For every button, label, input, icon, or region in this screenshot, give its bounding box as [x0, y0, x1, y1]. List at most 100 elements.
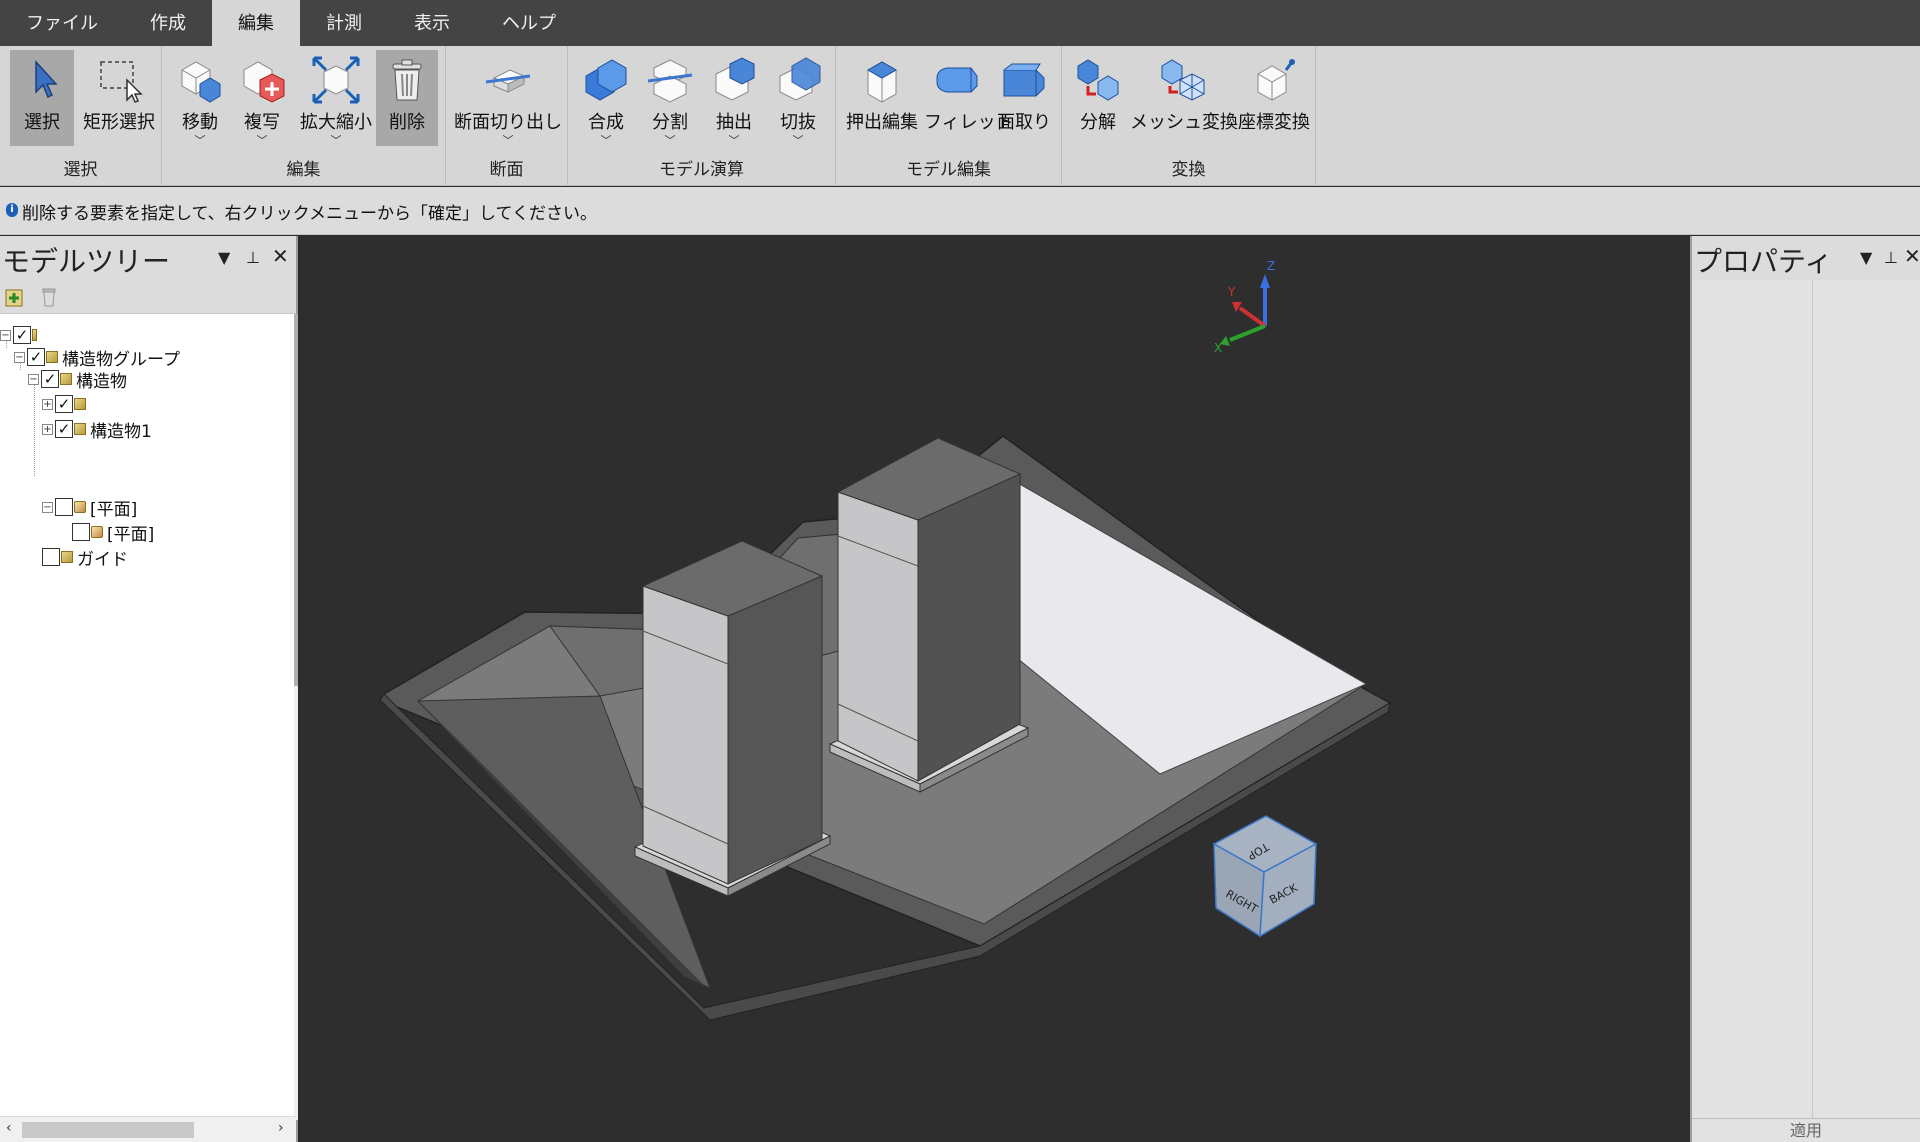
- collapse-toggle[interactable]: −: [42, 501, 53, 513]
- pillar-1-right: [727, 575, 823, 885]
- tree-node-checkbox[interactable]: ✓: [27, 348, 45, 366]
- delete-button-label: 削除: [389, 112, 425, 133]
- pillar-1-left: [642, 585, 729, 885]
- tree-node-structure-1[interactable]: + ✓ 構造物1: [42, 418, 152, 442]
- collapse-toggle[interactable]: −: [14, 351, 25, 363]
- tree-node-plane-child[interactable]: [平面]: [72, 521, 154, 545]
- select-button[interactable]: 選択: [10, 50, 74, 146]
- add-node-icon[interactable]: [4, 286, 26, 308]
- trash-icon: [392, 59, 422, 101]
- extract-icon: [715, 57, 755, 101]
- ribbon-group-model-edit: 押出編集 フィレット 面取り モデル編集: [836, 46, 1062, 186]
- tree-node-checkbox[interactable]: [72, 523, 90, 541]
- fillet-icon: [936, 67, 978, 93]
- section-cut-button[interactable]: 断面切り出し ﹀: [454, 50, 562, 146]
- tree-node-plane[interactable]: − [平面]: [42, 496, 137, 520]
- apply-button[interactable]: 適用: [1692, 1118, 1920, 1142]
- panel-menu-chevron-icon[interactable]: ▼: [1860, 248, 1872, 267]
- scroll-left-icon[interactable]: ‹: [6, 1120, 12, 1136]
- extrude-edit-button[interactable]: 押出編集: [846, 50, 918, 146]
- mesh-convert-button[interactable]: メッシュ変換: [1130, 50, 1238, 146]
- axis-label-z: Z: [1267, 259, 1275, 273]
- tree-node-checkbox[interactable]: ✓: [55, 395, 73, 413]
- tab-help[interactable]: ヘルプ: [476, 0, 582, 46]
- decompose-button[interactable]: 分解: [1070, 50, 1126, 146]
- chevron-down-icon: ﹀: [194, 134, 206, 147]
- delete-button[interactable]: 削除: [376, 50, 438, 146]
- collapse-toggle[interactable]: −: [0, 329, 11, 341]
- ribbon-group-convert: 分解 メッシュ変換 座標変換 変換: [1062, 46, 1316, 186]
- tree-node-unnamed[interactable]: + ✓: [42, 393, 90, 415]
- ribbon-group-label-model-edit: モデル編集: [906, 160, 991, 180]
- properties-title: プロパティ: [1694, 245, 1833, 278]
- tree-node-checkbox[interactable]: [55, 498, 73, 516]
- scale-icon: [312, 56, 360, 104]
- split-icon: [647, 59, 693, 103]
- chevron-down-icon: ﹀: [600, 134, 612, 147]
- axis-gizmo: Z Y X: [1214, 259, 1275, 355]
- split-button[interactable]: 分割 ﹀: [640, 50, 700, 146]
- section-cut-button-label: 断面切り出し: [454, 112, 562, 133]
- tab-create[interactable]: 作成: [124, 0, 212, 46]
- collapse-toggle[interactable]: −: [28, 373, 39, 385]
- tree-node-structure-group[interactable]: − ✓ 構造物グループ: [14, 346, 180, 370]
- chamfer-button-label: 面取り: [997, 112, 1051, 133]
- ribbon-group-label-model-ops: モデル演算: [659, 160, 744, 180]
- tab-edit[interactable]: 編集: [212, 0, 300, 46]
- tree-node-checkbox[interactable]: ✓: [41, 370, 59, 388]
- pin-icon[interactable]: ⊥: [246, 248, 260, 267]
- horizontal-scrollbar[interactable]: ‹ ›: [0, 1116, 296, 1142]
- scroll-right-icon[interactable]: ›: [278, 1120, 284, 1136]
- chevron-down-icon: ﹀: [792, 134, 804, 147]
- extract-button-label: 抽出: [716, 112, 752, 133]
- ribbon-group-section: 断面切り出し ﹀ 断面: [446, 46, 568, 186]
- ribbon-group-label-edit: 編集: [286, 160, 321, 180]
- tab-measure[interactable]: 計測: [300, 0, 388, 46]
- scrollbar-thumb[interactable]: [22, 1122, 194, 1138]
- expand-toggle[interactable]: +: [42, 398, 53, 410]
- cut-button[interactable]: 切抜 ﹀: [768, 50, 828, 146]
- combine-button[interactable]: 合成 ﹀: [576, 50, 636, 146]
- tree-node-label: 構造物: [76, 371, 127, 392]
- combine-button-label: 合成: [588, 112, 624, 133]
- tree-node-structure[interactable]: − ✓ 構造物: [28, 368, 127, 392]
- tab-file[interactable]: ファイル: [0, 0, 124, 46]
- tab-view[interactable]: 表示: [388, 0, 476, 46]
- chamfer-button[interactable]: 面取り: [994, 50, 1054, 146]
- pin-icon[interactable]: ⊥: [1884, 248, 1898, 267]
- view-cube[interactable]: TOP RIGHT BACK: [1212, 815, 1318, 938]
- properties-panel: プロパティ ▼ ⊥ ✕ 適用: [1690, 236, 1920, 1142]
- rect-select-button-label: 矩形選択: [83, 112, 155, 133]
- tree-node-checkbox[interactable]: ✓: [13, 326, 31, 344]
- copy-button[interactable]: 複写 ﹀: [234, 50, 290, 146]
- mesh-convert-icon: [1161, 59, 1205, 101]
- tree-node-root[interactable]: − ✓: [0, 324, 41, 346]
- section-cut-icon: [485, 69, 531, 93]
- 3d-viewport[interactable]: Z Y X TOP RIGHT BACK: [300, 236, 1690, 1142]
- chevron-down-icon: ﹀: [728, 134, 740, 147]
- coord-convert-button[interactable]: 座標変換: [1236, 50, 1312, 146]
- chevron-down-icon: ﹀: [664, 134, 676, 147]
- move-button[interactable]: 移動 ﹀: [172, 50, 228, 146]
- info-icon: i: [6, 203, 18, 217]
- extract-button[interactable]: 抽出 ﹀: [704, 50, 764, 146]
- rect-select-icon: [100, 61, 143, 103]
- ribbon-group-label-convert: 変換: [1171, 160, 1206, 180]
- vertical-scrollbar[interactable]: [294, 314, 298, 1120]
- tree-node-checkbox[interactable]: [42, 548, 60, 566]
- ribbon-group-label-section: 断面: [489, 160, 524, 180]
- panel-menu-chevron-icon[interactable]: ▼: [218, 248, 230, 267]
- scale-button[interactable]: 拡大縮小 ﹀: [296, 50, 376, 146]
- tree-node-checkbox[interactable]: ✓: [55, 420, 73, 438]
- close-icon[interactable]: ✕: [272, 244, 289, 268]
- select-button-label: 選択: [24, 112, 60, 133]
- rect-select-button[interactable]: 矩形選択: [78, 50, 160, 146]
- fillet-button[interactable]: フィレット: [924, 50, 1014, 146]
- expand-toggle[interactable]: +: [42, 423, 53, 435]
- copy-icon: [243, 61, 285, 103]
- tree-node-guide[interactable]: ガイド: [42, 546, 128, 570]
- close-icon[interactable]: ✕: [1904, 244, 1920, 268]
- cut-icon: [779, 57, 821, 101]
- trash-icon[interactable]: [38, 286, 60, 308]
- cursor-arrow-icon: [35, 60, 58, 99]
